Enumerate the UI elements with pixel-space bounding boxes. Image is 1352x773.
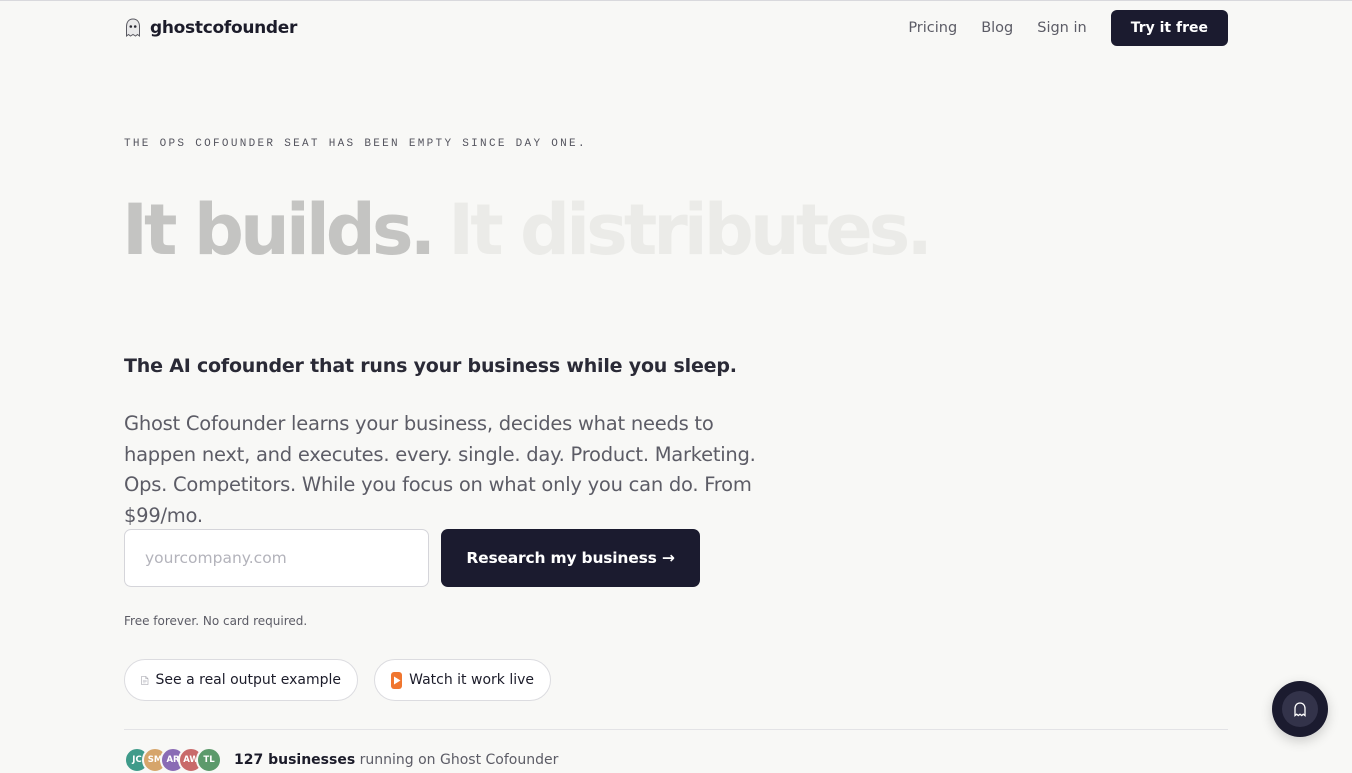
avatar: TL bbox=[196, 747, 222, 773]
nav-pricing-link[interactable]: Pricing bbox=[908, 20, 957, 36]
hero-tagline: The AI cofounder that runs your business… bbox=[124, 355, 737, 377]
chat-launcher-inner bbox=[1282, 691, 1318, 727]
ghost-logo-icon bbox=[126, 18, 140, 37]
chat-launcher-button[interactable] bbox=[1272, 681, 1328, 737]
site-header: ghostcofounder Pricing Blog Sign in Try … bbox=[124, 10, 1228, 48]
play-button-icon bbox=[391, 671, 403, 689]
headline-part-distributes: It distributes. bbox=[448, 189, 933, 271]
social-proof-suffix: running on Ghost Cofounder bbox=[359, 752, 559, 768]
logo-text: ghostcofounder bbox=[150, 18, 298, 38]
nav-blog-link[interactable]: Blog bbox=[981, 20, 1013, 36]
section-divider bbox=[124, 729, 1228, 730]
output-example-link[interactable]: See a real output example bbox=[124, 659, 358, 701]
watch-live-link[interactable]: Watch it work live bbox=[374, 659, 551, 701]
avatar-group: JC SM AR AW TL bbox=[124, 747, 222, 773]
hero-headline: It builds. It distributes. bbox=[122, 185, 933, 275]
document-icon bbox=[141, 675, 149, 685]
company-domain-input[interactable] bbox=[124, 529, 429, 587]
business-count: 127 businesses bbox=[234, 752, 356, 768]
headline-part-builds: It builds. bbox=[122, 189, 436, 271]
ghost-chat-icon bbox=[1294, 701, 1306, 717]
output-example-label: See a real output example bbox=[155, 672, 341, 688]
top-nav: Pricing Blog Sign in Try it free bbox=[908, 10, 1228, 46]
try-it-free-button[interactable]: Try it free bbox=[1110, 10, 1228, 46]
logo[interactable]: ghostcofounder bbox=[124, 18, 297, 38]
hero-eyebrow: THE OPS COFOUNDER SEAT HAS BEEN EMPTY SI… bbox=[124, 138, 587, 150]
hero-description: Ghost Cofounder learns your business, de… bbox=[124, 412, 756, 527]
research-my-business-button[interactable]: Research my business → bbox=[441, 529, 700, 587]
social-proof: JC SM AR AW TL 127 businesses running on… bbox=[124, 747, 558, 773]
nav-sign-in-link[interactable]: Sign in bbox=[1037, 20, 1086, 36]
watch-live-label: Watch it work live bbox=[409, 672, 534, 688]
social-proof-text: 127 businesses running on Ghost Cofounde… bbox=[234, 752, 558, 768]
free-forever-note: Free forever. No card required. bbox=[124, 614, 308, 628]
